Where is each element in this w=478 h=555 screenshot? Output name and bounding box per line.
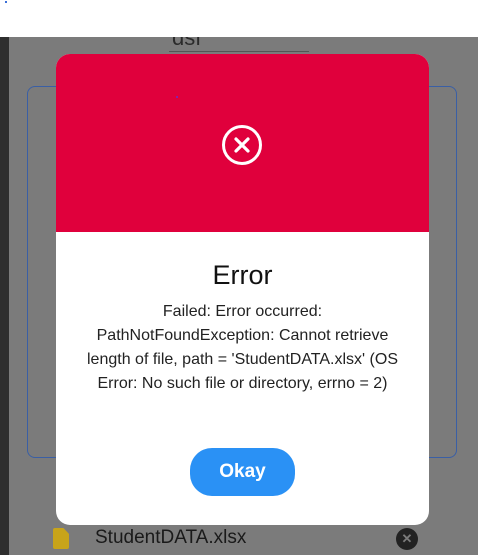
header-dot	[176, 96, 178, 98]
dialog-header	[56, 54, 429, 232]
error-dialog: Error Failed: Error occurred: PathNotFou…	[56, 54, 429, 525]
selected-file-row: StudentDATA.xlsx ✕	[49, 522, 469, 555]
top-strip	[0, 0, 478, 37]
background-title-underline	[169, 51, 309, 52]
file-icon	[53, 528, 69, 549]
remove-file-icon[interactable]: ✕	[396, 528, 418, 550]
dialog-message: Failed: Error occurred: PathNotFoundExce…	[87, 303, 398, 392]
file-name: StudentDATA.xlsx	[95, 527, 247, 548]
background-title: dsf	[172, 37, 202, 50]
device-edge	[0, 37, 9, 555]
dialog-title: Error	[212, 260, 273, 290]
indicator-dot	[5, 1, 7, 3]
close-circle-icon	[222, 125, 262, 165]
okay-button[interactable]: Okay	[190, 448, 295, 496]
